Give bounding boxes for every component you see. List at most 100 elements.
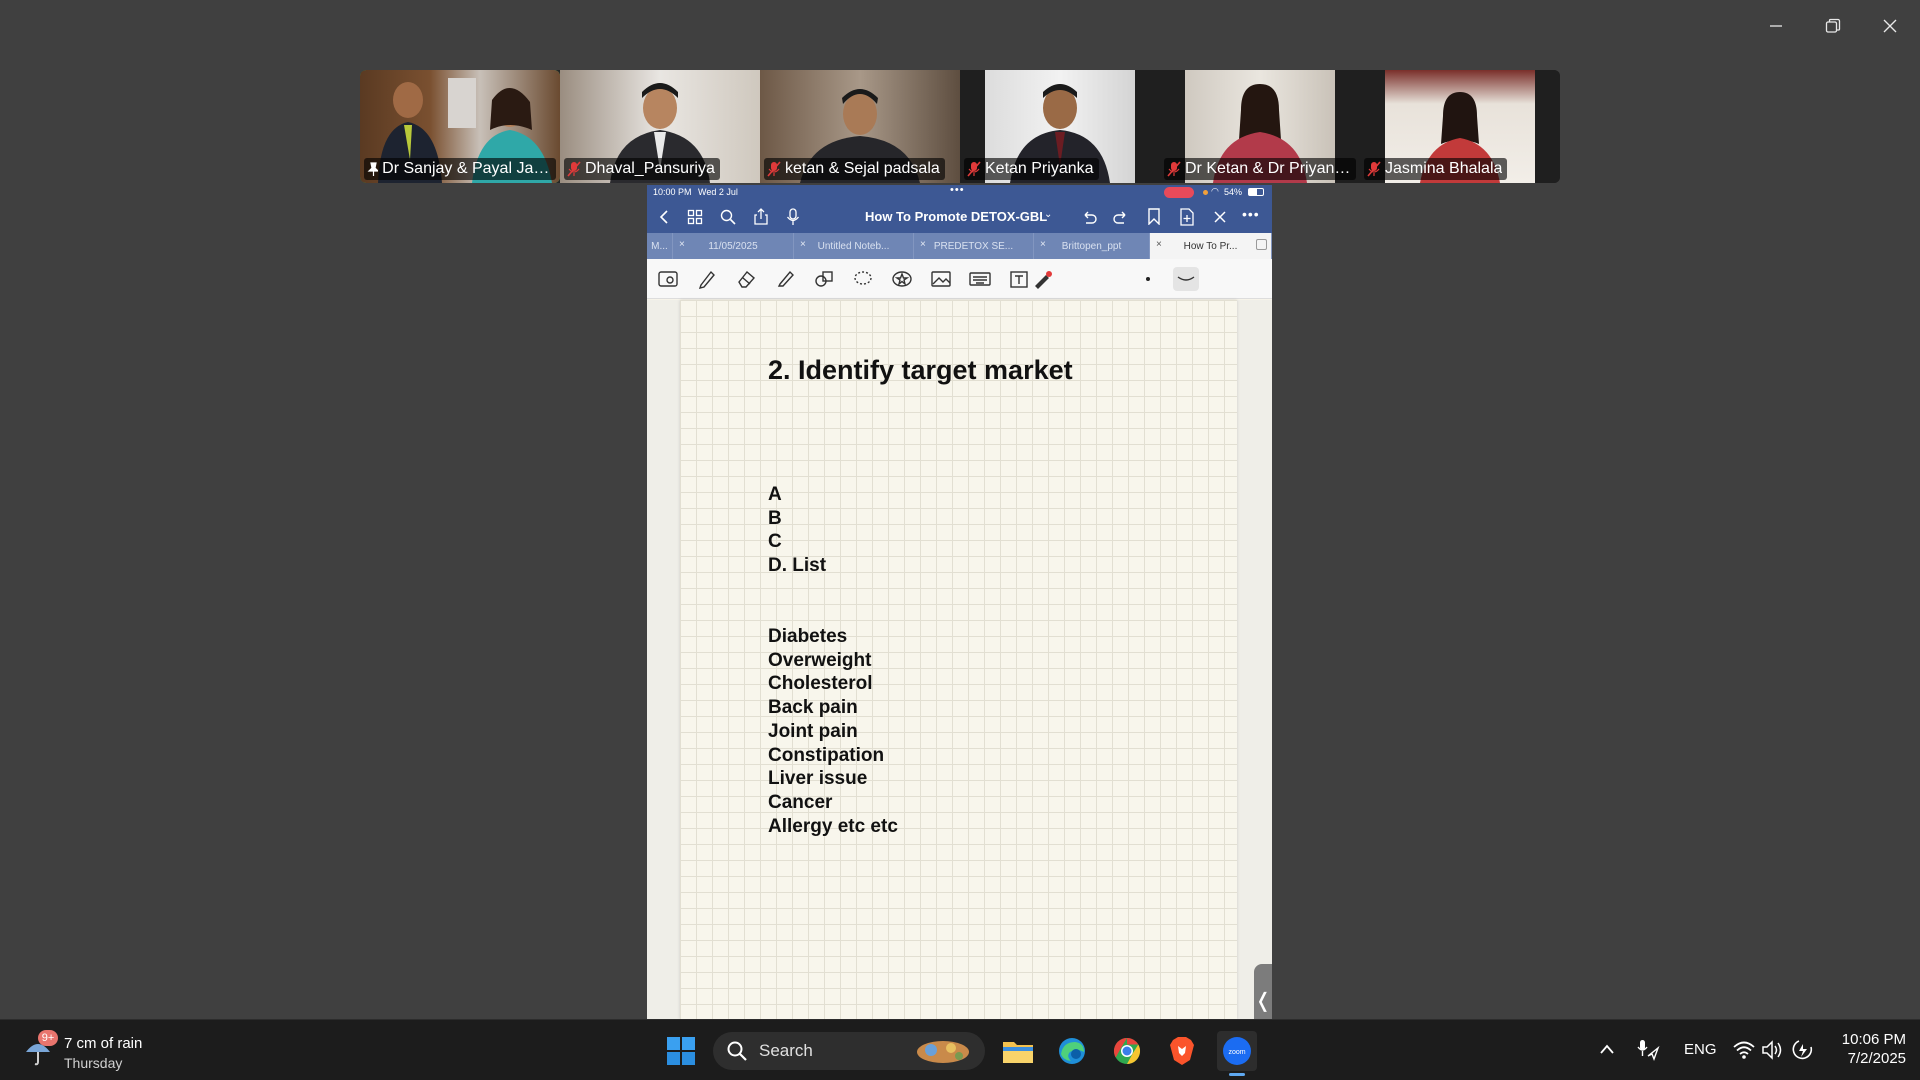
close-icon [1883,19,1897,33]
tab-close-icon[interactable]: × [1040,239,1046,250]
highlighter-tool-icon[interactable] [772,267,798,291]
show-hidden-icons-chevron-icon[interactable] [1599,1043,1615,1055]
tab-close-icon[interactable]: × [800,239,806,250]
minimize-button[interactable] [1748,8,1804,44]
participant-nameplate: ketan & Sejal padsala [764,158,945,180]
svg-text:zoom: zoom [1228,1049,1245,1056]
system-clock[interactable]: 10:06 PM 7/2/2025 [1826,1031,1906,1067]
letter-list: A B C D. List [768,483,826,578]
participant-nameplate: Jasmina Bhalala [1364,158,1508,180]
bookmark-icon[interactable] [1147,208,1161,225]
new-tab-icon[interactable] [1256,239,1267,250]
eraser-tool-icon[interactable] [733,267,759,291]
close-document-icon[interactable] [1213,210,1227,224]
participant-name: Dr Sanjay & Payal Jasa... [382,160,551,177]
lasso-tool-icon[interactable] [850,267,876,291]
participant-tile[interactable]: Dhaval_Pansuriya [560,70,760,183]
zoom-icon: zoom [1223,1037,1251,1065]
close-window-button[interactable] [1862,8,1918,44]
stroke-style-icon[interactable] [1173,267,1199,291]
participant-nameplate: Dr Sanjay & Payal Jasa... [364,158,556,180]
participant-name: Ketan Priyanka [985,160,1094,177]
chrome-icon [1113,1037,1141,1065]
tab-label: PREDETOX SE... [933,240,1014,252]
chrome-browser-button[interactable] [1107,1031,1147,1071]
participant-name: ketan & Sejal padsala [785,160,940,177]
share-icon[interactable] [753,208,769,226]
tab-1[interactable]: M... [647,233,673,259]
chevron-left-icon: ❬ [1254,989,1272,1012]
battery-icon [1248,188,1264,196]
more-options-icon[interactable]: ••• [1242,206,1260,222]
zoom-app-button[interactable]: zoom [1217,1031,1257,1076]
tab-label: Untitled Noteb... [817,240,890,252]
ipad-toolbar: How To Promote DETOX-GBL ⌄ ••• [647,200,1272,233]
laser-pointer-icon[interactable] [1030,267,1056,291]
tab-close-icon[interactable]: × [679,239,685,250]
keyboard-tool-icon[interactable] [967,267,993,291]
edge-browser-button[interactable] [1052,1031,1092,1071]
conditions-list: Diabetes Overweight Cholesterol Back pai… [768,625,898,838]
tab-close-icon[interactable]: × [1156,239,1162,250]
image-tool-icon[interactable] [928,267,954,291]
add-page-icon[interactable] [1179,208,1195,226]
clock-date: 7/2/2025 [1847,1050,1906,1067]
participant-nameplate: Dr Ketan & Dr Priyank... [1164,158,1356,180]
tab-4[interactable]: × PREDETOX SE... [914,233,1034,259]
sticker-tool-icon[interactable] [889,267,915,291]
weather-widget[interactable]: 9+ 7 cm of rain Thursday [22,1030,152,1072]
tab-2[interactable]: × 11/05/2025 [673,233,794,259]
participant-tile[interactable]: Jasmina Bhalala [1360,70,1560,183]
start-button[interactable] [661,1031,701,1071]
list-item: A [768,484,782,505]
tab-label: Brittopen_ppt [1061,240,1122,252]
list-item: Joint pain [768,720,858,742]
grid-paper-page[interactable] [680,300,1237,1019]
shapes-tool-icon[interactable] [811,267,837,291]
folder-icon [1003,1042,1033,1063]
tab-3[interactable]: × Untitled Noteb... [794,233,914,259]
wifi-icon[interactable] [1733,1040,1755,1060]
tab-label: How To Pr... [1183,240,1238,252]
side-panel-toggle[interactable]: ❬ [1254,964,1272,1019]
minimize-icon [1770,25,1782,27]
tab-5[interactable]: × Brittopen_ppt [1034,233,1150,259]
tab-close-icon[interactable]: × [920,239,926,250]
mic-location-tray-icon[interactable] [1636,1039,1660,1061]
running-indicator [1229,1073,1245,1076]
participant-tile[interactable]: Dr Sanjay & Payal Jasa... [360,70,560,183]
document-title[interactable]: How To Promote DETOX-GBL [865,209,1047,224]
back-chevron-icon[interactable] [657,209,671,225]
undo-icon[interactable] [1081,209,1097,225]
redo-icon[interactable] [1113,209,1129,225]
participant-name: Jasmina Bhalala [1385,160,1503,177]
restore-icon [1825,18,1841,33]
mic-muted-icon [1367,161,1381,177]
battery-charging-icon[interactable] [1791,1039,1815,1061]
weather-text: 7 cm of rain [64,1035,143,1052]
pen-tool-icon[interactable] [694,267,720,291]
file-explorer-button[interactable] [998,1031,1038,1071]
participant-tile[interactable]: Dr Ketan & Dr Priyank... [1160,70,1360,183]
brave-browser-button[interactable] [1162,1031,1202,1071]
participant-tile[interactable]: Ketan Priyanka [960,70,1160,183]
tab-active[interactable]: × How To Pr... [1150,233,1272,259]
search-highlight-illustration-icon [917,1041,969,1063]
title-dropdown-chevron-icon[interactable]: ⌄ [1044,209,1052,220]
status-date: Wed 2 Jul [698,187,738,197]
edge-icon [1059,1038,1085,1064]
participant-tile[interactable]: ketan & Sejal padsala [760,70,960,183]
read-only-mode-icon[interactable] [655,267,681,291]
list-item: Allergy etc etc [768,815,898,837]
text-tool-icon[interactable] [1006,267,1032,291]
restore-button[interactable] [1805,8,1861,44]
microphone-icon[interactable] [786,208,800,226]
language-indicator[interactable]: ENG [1684,1041,1717,1058]
more-dots-icon[interactable]: ••• [950,185,965,196]
grid-view-icon[interactable] [687,209,703,225]
search-icon[interactable] [720,209,736,225]
list-item: Constipation [768,744,885,766]
taskbar-search[interactable]: Search [713,1032,985,1070]
volume-icon[interactable] [1761,1040,1785,1060]
pen-size-dot-icon[interactable] [1135,267,1161,291]
